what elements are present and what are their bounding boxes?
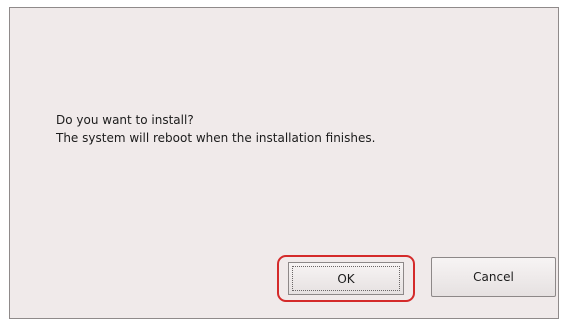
ok-button-highlight[interactable]: OK <box>277 255 415 302</box>
ok-button-label: OK <box>337 271 355 286</box>
dialog-message: Do you want to install? The system will … <box>56 111 375 147</box>
cancel-button-label: Cancel <box>473 270 514 284</box>
ok-button[interactable]: OK <box>288 262 404 295</box>
cancel-button[interactable]: Cancel <box>431 257 556 297</box>
message-line-question: Do you want to install? <box>56 113 194 127</box>
message-line-reboot-notice: The system will reboot when the installa… <box>56 131 376 145</box>
